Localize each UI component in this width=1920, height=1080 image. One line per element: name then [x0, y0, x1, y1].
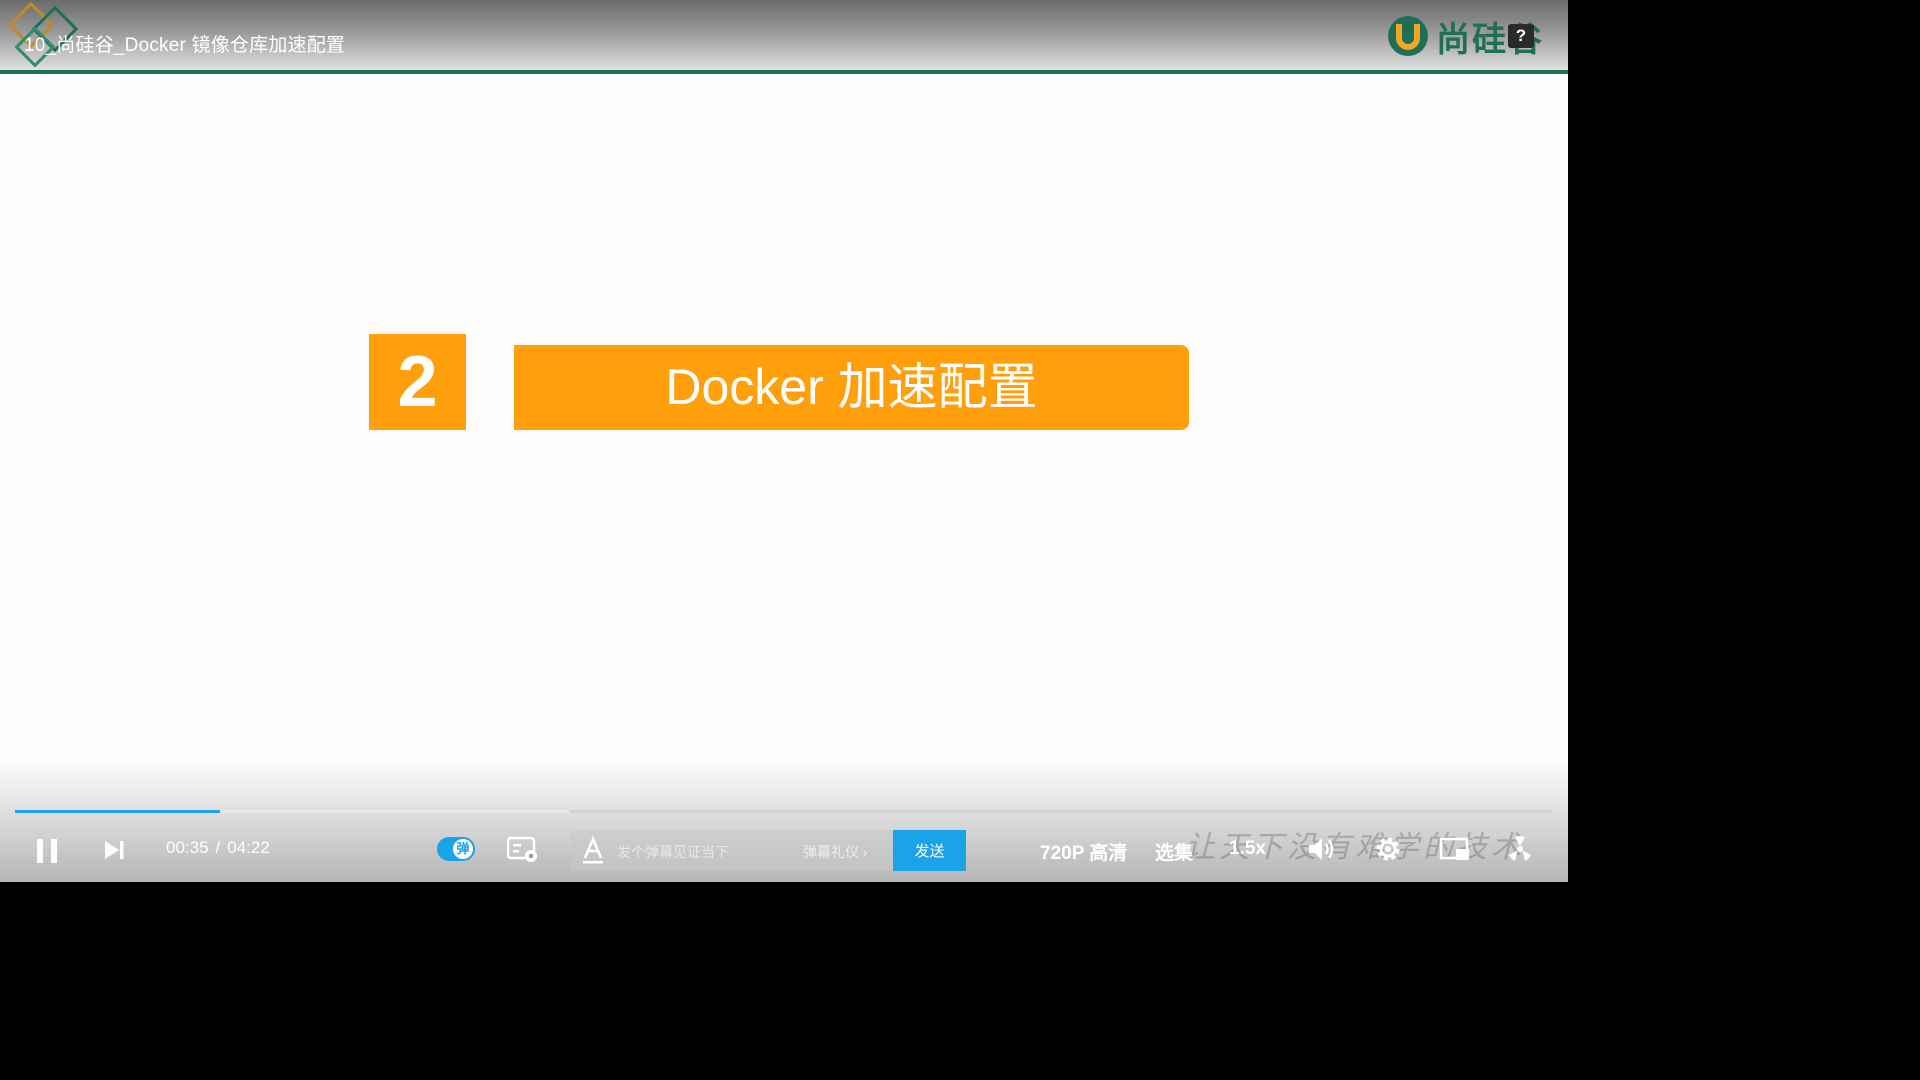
episodes-button[interactable]: 选集 [1155, 838, 1193, 865]
send-danmaku-button[interactable]: 发送 [893, 830, 966, 871]
danmaku-settings-icon [507, 836, 537, 862]
current-time: 00:35 [166, 838, 209, 857]
title-divider [0, 70, 1568, 74]
time-separator: / [215, 838, 221, 857]
progress-bar[interactable] [15, 810, 1553, 813]
pause-icon [37, 839, 57, 863]
danmaku-input-bar: 弹幕礼仪 › [571, 830, 893, 871]
volume-icon [1309, 838, 1334, 860]
help-badge: ? [1508, 24, 1534, 48]
danmaku-etiquette-link[interactable]: 弹幕礼仪 › [803, 842, 868, 862]
settings-button[interactable] [1372, 833, 1404, 865]
settings-gear-icon [1376, 837, 1400, 861]
progress-played [15, 810, 220, 813]
next-button[interactable] [98, 834, 130, 866]
picture-in-picture-icon [1439, 837, 1469, 860]
danmaku-input[interactable] [615, 836, 794, 867]
duration: 04:22 [227, 838, 270, 857]
pause-button[interactable] [30, 834, 64, 868]
picture-in-picture-button[interactable] [1438, 834, 1472, 864]
danmaku-settings-button[interactable] [506, 834, 540, 866]
danmaku-toggle[interactable]: 弹 [437, 837, 475, 861]
danmaku-toggle-knob: 弹 [453, 839, 473, 859]
speed-button[interactable]: 1.5x [1229, 838, 1266, 860]
font-style-icon[interactable] [581, 836, 605, 864]
next-icon [105, 841, 124, 859]
more-icon [1509, 836, 1531, 861]
slide-heading: Docker 加速配置 [514, 345, 1189, 430]
time-display: 00:35 / 04:22 [166, 838, 270, 858]
more-button[interactable] [1504, 833, 1536, 865]
brand-logo-icon [1388, 16, 1428, 56]
slide-section-number: 2 [369, 334, 466, 430]
video-player[interactable]: 10_尚硅谷_Docker 镜像仓库加速配置 尚硅谷 ? 2 Docker 加速… [0, 0, 1568, 882]
quality-button[interactable]: 720P 高清 [1040, 838, 1127, 865]
video-title: 10_尚硅谷_Docker 镜像仓库加速配置 [24, 35, 346, 56]
volume-button[interactable] [1306, 833, 1338, 865]
